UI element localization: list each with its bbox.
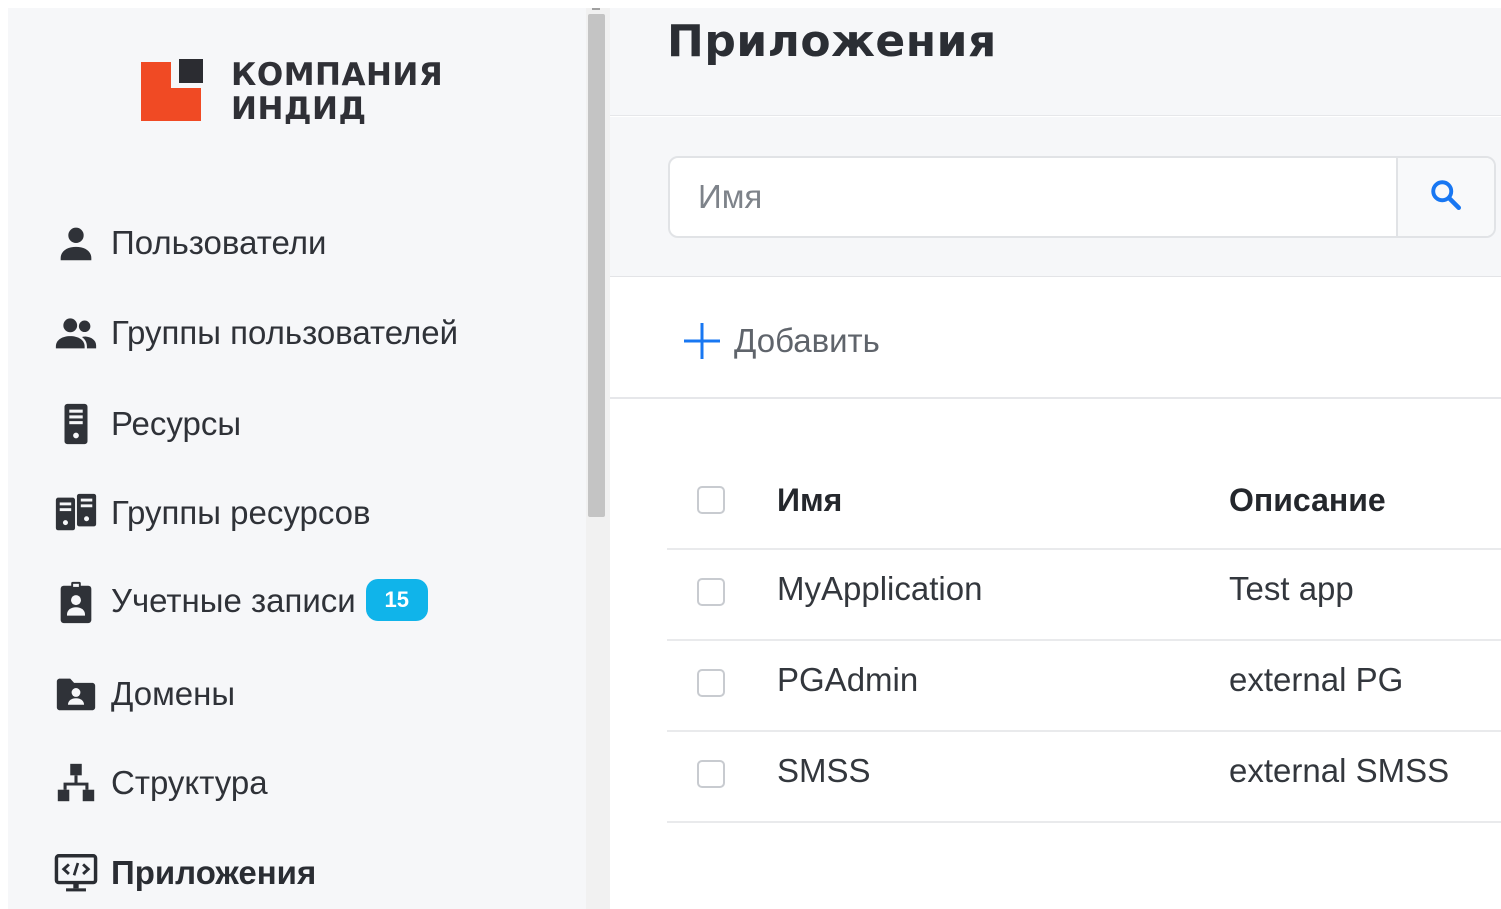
sidebar-item-label-text: Учетные записи: [111, 581, 356, 619]
app-name-cell: PGAdmin: [777, 661, 919, 698]
server-icon: [52, 400, 100, 448]
server-group-icon: [52, 489, 100, 537]
logo-line-1: КОМПАНИЯ: [231, 57, 444, 93]
plus-icon: [682, 321, 722, 361]
accounts-count-badge: 15: [365, 579, 428, 622]
sidebar-item-structure[interactable]: Структура: [8, 748, 586, 818]
sidebar-item-accounts[interactable]: Учетные записи 15: [8, 568, 586, 638]
sidebar-item-applications[interactable]: Приложения: [8, 838, 586, 908]
applications-table: Имя Описание MyApplication Test app PGAd…: [667, 458, 1501, 823]
select-all-checkbox[interactable]: [697, 486, 725, 514]
main-content: Приложения Добавить: [610, 8, 1501, 909]
app-window: КОМПАНИЯ ИНДИД Пользователи Группы польз…: [8, 8, 1501, 909]
table-row[interactable]: SMSS external SMSS: [667, 732, 1501, 823]
sidebar-item-label: Группы пользователей: [111, 314, 459, 351]
row-checkbox[interactable]: [697, 760, 725, 788]
table-row[interactable]: MyApplication Test app: [667, 550, 1501, 641]
sidebar-item-label: Структура: [111, 764, 268, 801]
logo-mark-icon: [141, 58, 205, 122]
sidebar-item-user-groups[interactable]: Группы пользователей: [8, 298, 586, 368]
toolbar: Добавить: [610, 278, 1501, 399]
scroll-up-arrow[interactable]: [592, 8, 600, 10]
table-row[interactable]: PGAdmin external PG: [667, 641, 1501, 732]
folder-user-icon: [52, 670, 100, 718]
sidebar-scrollbar[interactable]: [586, 8, 610, 909]
row-checkbox[interactable]: [697, 578, 725, 606]
logo-line-2: ИНДИД: [231, 91, 367, 127]
sidebar-item-label: Пользователи: [111, 224, 327, 261]
add-button[interactable]: Добавить: [682, 318, 880, 364]
search-button[interactable]: [1396, 158, 1494, 236]
users-group-icon: [52, 309, 100, 357]
sidebar-item-label: Приложения: [111, 854, 317, 891]
hierarchy-icon: [52, 759, 100, 807]
page-header: Приложения: [610, 8, 1501, 116]
search-icon: [1428, 177, 1464, 218]
app-name-cell: SMSS: [777, 752, 871, 789]
sidebar-item-label: Ресурсы: [111, 405, 242, 442]
app-description-cell: external PG: [1229, 661, 1404, 698]
sidebar: КОМПАНИЯ ИНДИД Пользователи Группы польз…: [8, 8, 586, 909]
table-header-row: Имя Описание: [667, 458, 1501, 550]
sidebar-item-label: Группы ресурсов: [111, 494, 371, 531]
page-title: Приложения: [667, 16, 997, 67]
app-name-cell: MyApplication: [777, 570, 983, 607]
search-input[interactable]: [670, 158, 1396, 236]
sidebar-item-domains[interactable]: Домены: [8, 659, 586, 729]
id-badge-icon: [52, 579, 100, 627]
row-checkbox[interactable]: [697, 669, 725, 697]
sidebar-item-users[interactable]: Пользователи: [8, 208, 586, 278]
column-header-description[interactable]: Описание: [1229, 482, 1386, 519]
search-box: [668, 156, 1496, 238]
user-icon: [52, 219, 100, 267]
column-header-name[interactable]: Имя: [777, 482, 842, 519]
scrollbar-thumb[interactable]: [588, 14, 605, 517]
company-logo[interactable]: КОМПАНИЯ ИНДИД: [141, 58, 443, 128]
sidebar-item-label: Учетные записи 15: [111, 579, 428, 624]
sidebar-item-resource-groups[interactable]: Группы ресурсов: [8, 478, 586, 548]
sidebar-item-resources[interactable]: Ресурсы: [8, 389, 586, 459]
app-description-cell: Test app: [1229, 570, 1354, 607]
sidebar-item-label: Домены: [111, 675, 236, 712]
logo-text: КОМПАНИЯ ИНДИД: [231, 58, 443, 126]
search-bar: [610, 117, 1501, 277]
code-monitor-icon: [52, 849, 100, 897]
app-description-cell: external SMSS: [1229, 752, 1450, 789]
add-button-label: Добавить: [734, 322, 880, 359]
